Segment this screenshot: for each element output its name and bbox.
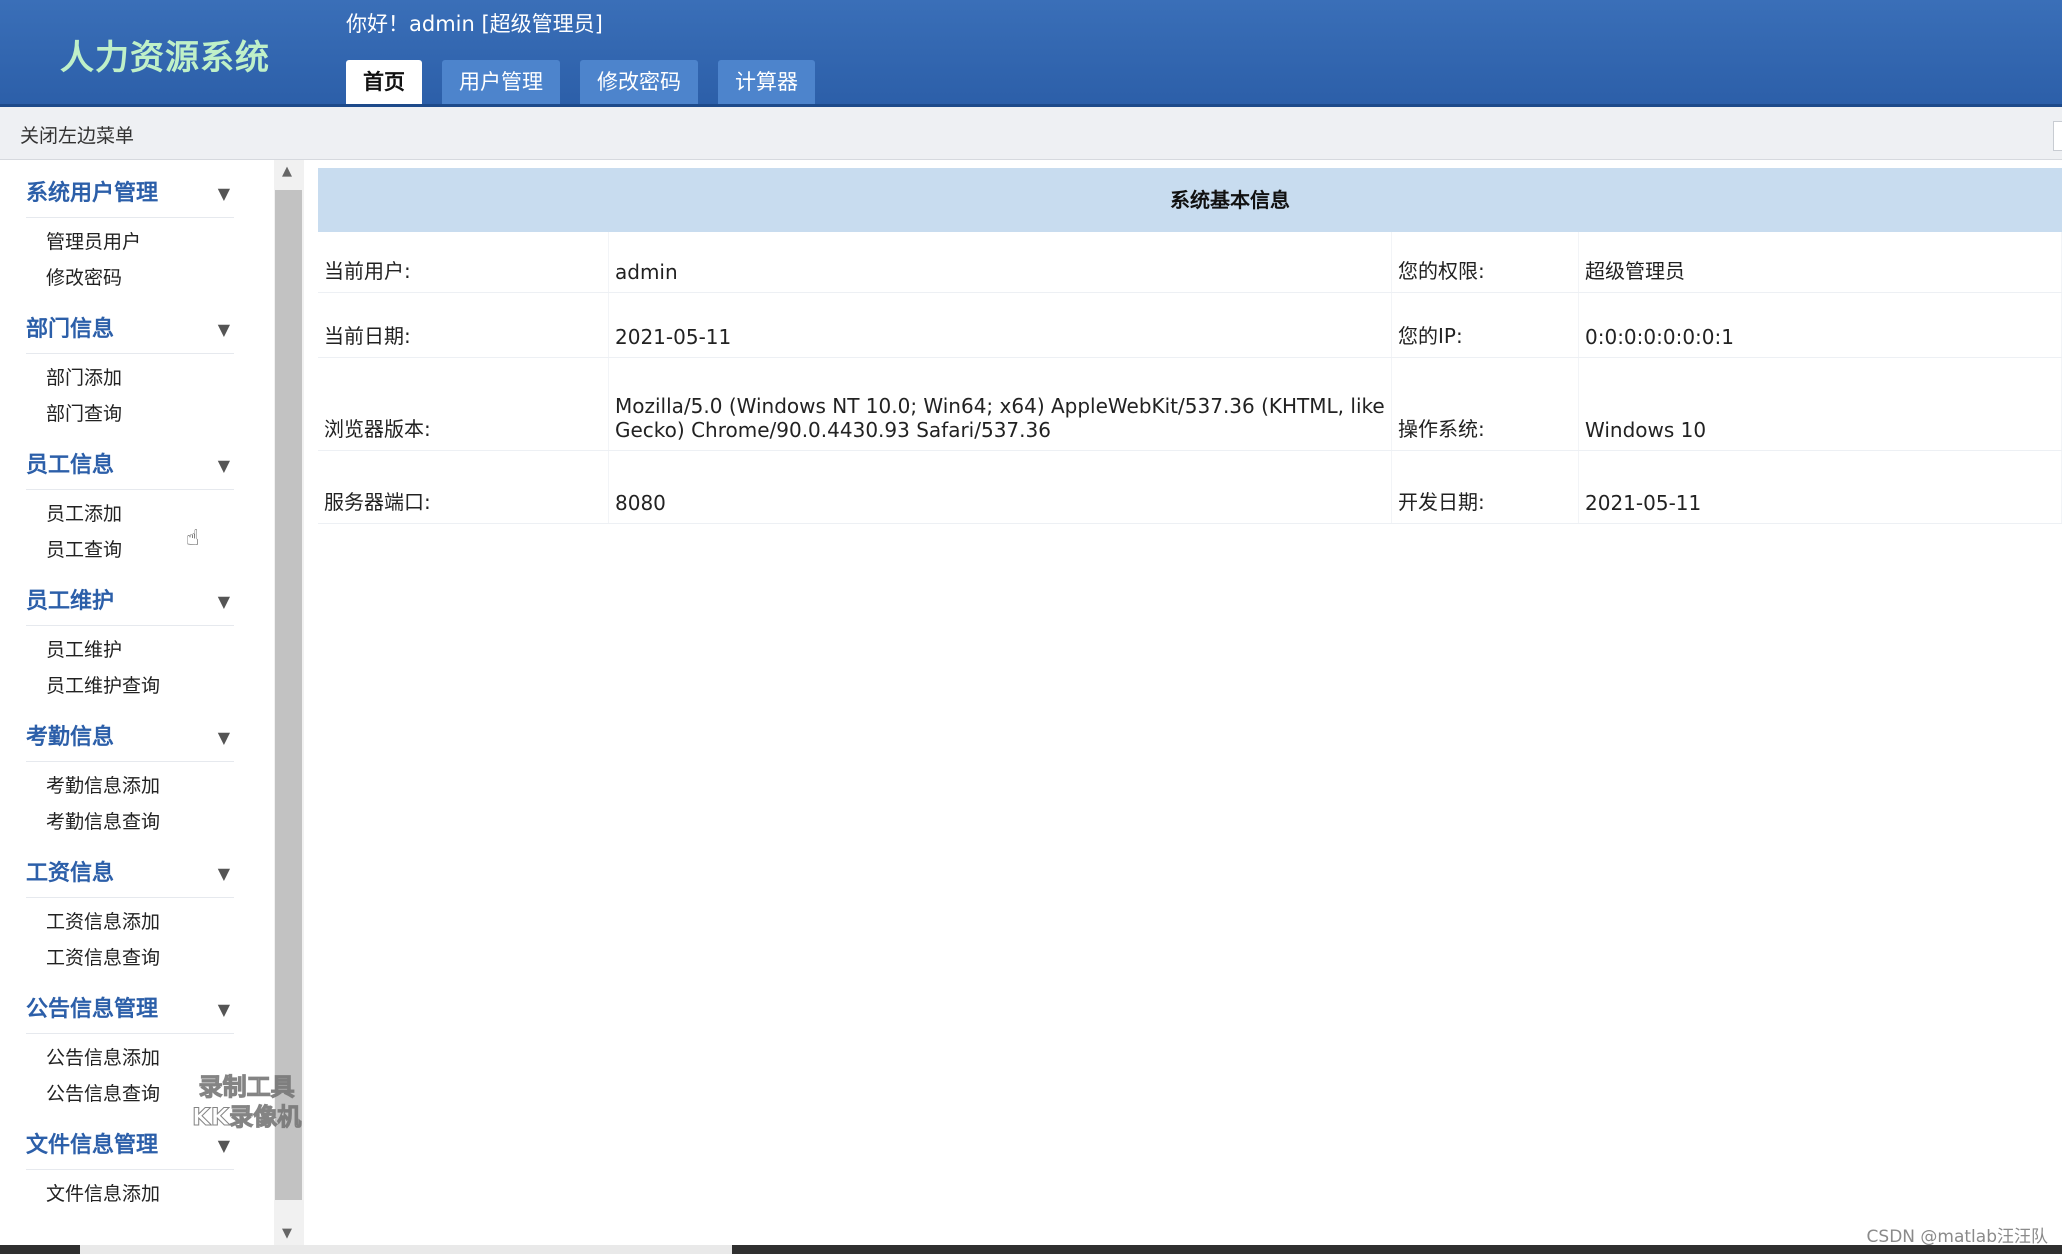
main-content: 系统基本信息 当前用户: admin 您的权限: 超级管理员 当前日期: 202… (318, 168, 2062, 1248)
sidebar-group-salary: 工资信息 ▼ 工资信息添加 工资信息查询 (26, 840, 234, 976)
sidebar-item-attendance-query[interactable]: 考勤信息查询 (46, 804, 234, 840)
label-ip: 您的IP: (1391, 292, 1579, 358)
sidebar-group-header[interactable]: 系统用户管理 ▼ (26, 160, 234, 218)
sidebar-group-header[interactable]: 部门信息 ▼ (26, 296, 234, 354)
chevron-down-icon: ▼ (217, 592, 230, 611)
tab-user-management[interactable]: 用户管理 (442, 60, 560, 104)
label-current-date: 当前日期: (318, 292, 609, 358)
label-server-port: 服务器端口: (318, 450, 609, 524)
recorder-watermark: 录制工具 KK录像机 (191, 1072, 302, 1132)
user-greeting: 你好！admin [超级管理员] (346, 12, 603, 36)
sidebar-group-title: 考勤信息 (26, 725, 115, 750)
csdn-credit-watermark: CSDN @matlab汪汪队 (1866, 1227, 2048, 1247)
sidebar-group-header[interactable]: 员工维护 ▼ (26, 568, 234, 626)
chevron-down-icon: ▼ (217, 1000, 230, 1019)
sidebar-item-file-add[interactable]: 文件信息添加 (46, 1176, 234, 1212)
scroll-down-arrow-icon[interactable]: ▼ (282, 1226, 292, 1241)
chevron-down-icon: ▼ (217, 456, 230, 475)
chevron-down-icon: ▼ (217, 1136, 230, 1155)
system-info-table: 当前用户: admin 您的权限: 超级管理员 当前日期: 2021-05-11… (318, 232, 2062, 524)
chevron-down-icon: ▼ (217, 184, 230, 203)
tab-change-password[interactable]: 修改密码 (580, 60, 698, 104)
sidebar-item-department-add[interactable]: 部门添加 (46, 360, 234, 396)
sidebar-group-title: 公告信息管理 (26, 997, 159, 1022)
sidebar-group-header[interactable]: 员工信息 ▼ (26, 432, 234, 490)
close-left-menu-link[interactable]: 关闭左边菜单 (20, 121, 134, 148)
top-header: 人力资源系统 你好！admin [超级管理员] 首页 用户管理 修改密码 计算器 (0, 0, 2062, 107)
label-os: 操作系统: (1391, 357, 1579, 451)
sidebar-group-header[interactable]: 考勤信息 ▼ (26, 704, 234, 762)
panel-title: 系统基本信息 (318, 168, 2062, 232)
sidebar-group-title: 文件信息管理 (26, 1133, 159, 1158)
value-ip: 0:0:0:0:0:0:0:1 (1578, 292, 2062, 358)
sidebar-group-employee-maintenance: 员工维护 ▼ 员工维护 员工维护查询 (26, 568, 234, 704)
sidebar-group-title: 部门信息 (26, 317, 115, 342)
value-browser-version: Mozilla/5.0 (Windows NT 10.0; Win64; x64… (608, 357, 1392, 451)
toolbar: 关闭左边菜单 (0, 107, 2062, 160)
scroll-up-arrow-icon[interactable]: ▲ (282, 164, 292, 179)
label-permission: 您的权限: (1391, 232, 1579, 293)
label-dev-date: 开发日期: (1391, 450, 1579, 524)
sidebar-item-employee-maintenance-query[interactable]: 员工维护查询 (46, 668, 234, 704)
app-title: 人力资源系统 (60, 38, 270, 78)
watermark-line-2: KK录像机 (191, 1103, 302, 1132)
sidebar-group-title: 工资信息 (26, 861, 115, 886)
table-row: 浏览器版本: Mozilla/5.0 (Windows NT 10.0; Win… (318, 357, 2062, 451)
chevron-down-icon: ▼ (217, 864, 230, 883)
toolbar-edge-handle[interactable] (2053, 121, 2062, 151)
sidebar-group-title: 员工信息 (26, 453, 115, 478)
value-permission: 超级管理员 (1578, 232, 2062, 293)
tab-calculator[interactable]: 计算器 (718, 60, 815, 104)
label-current-user: 当前用户: (318, 232, 609, 293)
value-server-port: 8080 (608, 450, 1392, 524)
scrollbar-thumb[interactable] (275, 190, 302, 1200)
sidebar-group-system-users: 系统用户管理 ▼ 管理员用户 修改密码 (26, 160, 234, 296)
chevron-down-icon: ▼ (217, 728, 230, 747)
watermark-line-1: 录制工具 (198, 1073, 295, 1102)
tab-home[interactable]: 首页 (346, 60, 422, 104)
table-row: 服务器端口: 8080 开发日期: 2021-05-11 (318, 450, 2062, 524)
top-tabs: 首页 用户管理 修改密码 计算器 (346, 60, 815, 104)
table-row: 当前用户: admin 您的权限: 超级管理员 (318, 232, 2062, 293)
sidebar-item-employee-query[interactable]: 员工查询 (46, 532, 234, 568)
sidebar-item-attendance-add[interactable]: 考勤信息添加 (46, 768, 234, 804)
sidebar-item-announcement-add[interactable]: 公告信息添加 (46, 1040, 234, 1076)
sidebar-item-employee-add[interactable]: 员工添加 (46, 496, 234, 532)
sidebar-item-admin-users[interactable]: 管理员用户 (46, 224, 234, 260)
sidebar-group-title: 系统用户管理 (26, 181, 159, 206)
sidebar-group-header[interactable]: 工资信息 ▼ (26, 840, 234, 898)
sidebar-item-department-query[interactable]: 部门查询 (46, 396, 234, 432)
sidebar-group-title: 员工维护 (26, 589, 115, 614)
value-os: Windows 10 (1578, 357, 2062, 451)
value-dev-date: 2021-05-11 (1578, 450, 2062, 524)
sidebar-item-employee-maintenance[interactable]: 员工维护 (46, 632, 234, 668)
hand-cursor-icon: ☝ (186, 526, 200, 551)
sidebar-group-department: 部门信息 ▼ 部门添加 部门查询 (26, 296, 234, 432)
value-current-date: 2021-05-11 (608, 292, 1392, 358)
chevron-down-icon: ▼ (217, 320, 230, 339)
sidebar-group-attendance: 考勤信息 ▼ 考勤信息添加 考勤信息查询 (26, 704, 234, 840)
table-row: 当前日期: 2021-05-11 您的IP: 0:0:0:0:0:0:0:1 (318, 292, 2062, 358)
value-current-user: admin (608, 232, 1392, 293)
sidebar-item-salary-query[interactable]: 工资信息查询 (46, 940, 234, 976)
sidebar-item-salary-add[interactable]: 工资信息添加 (46, 904, 234, 940)
sidebar-group-employee: 员工信息 ▼ 员工添加 员工查询 (26, 432, 234, 568)
sidebar-group-header[interactable]: 公告信息管理 ▼ (26, 976, 234, 1034)
sidebar-item-change-password[interactable]: 修改密码 (46, 260, 234, 296)
label-browser-version: 浏览器版本: (318, 357, 609, 451)
horizontal-scrollbar[interactable] (80, 1245, 732, 1254)
